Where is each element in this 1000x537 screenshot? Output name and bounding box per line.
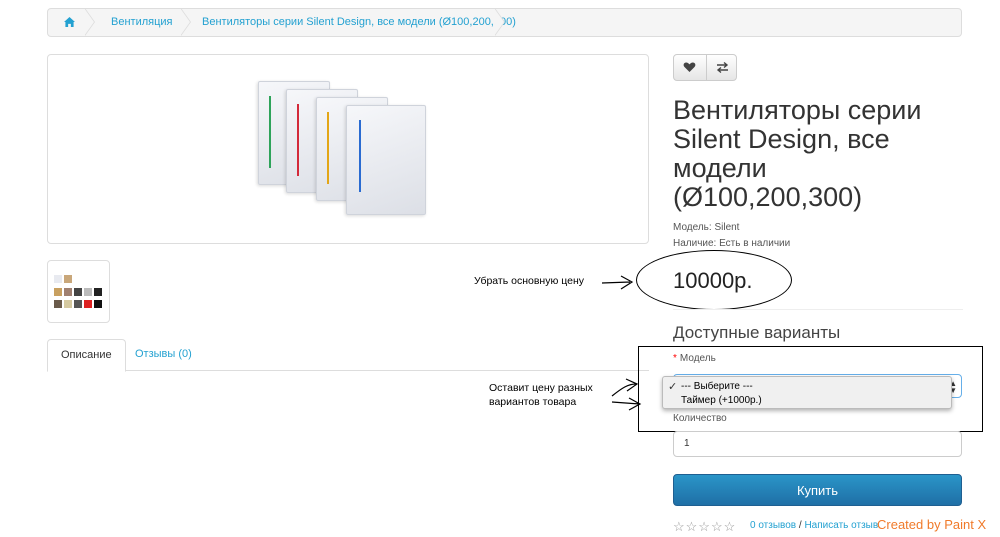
annotation-arrows xyxy=(601,275,642,411)
